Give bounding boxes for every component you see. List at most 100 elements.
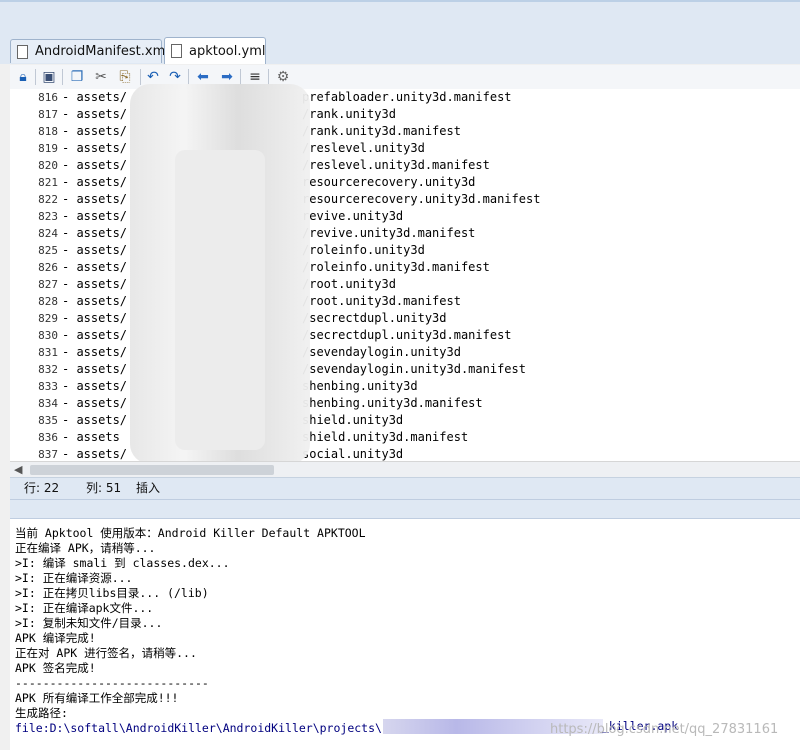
code-line[interactable]: 825 - assets/ /roleinfo.unity3d: [10, 242, 800, 259]
code-text: - assets/: [62, 277, 128, 291]
code-text: resourcerecovery.unity3d: [302, 175, 476, 189]
tab-android-manifest[interactable]: AndroidManifest.xml: [10, 39, 169, 63]
code-text: /revive.unity3d.manifest: [302, 226, 476, 240]
code-line[interactable]: 819 - assets/ /reslevel.unity3d: [10, 140, 800, 157]
code-line[interactable]: 833 - assets/shenbing.unity3d: [10, 378, 800, 395]
code-text: - assets/: [62, 158, 128, 172]
code-line[interactable]: 824 - assets/ /revive.unity3d.manifest: [10, 225, 800, 242]
tab-label: AndroidManifest.xml: [35, 44, 169, 59]
code-text: - assets/: [62, 90, 128, 104]
code-line[interactable]: 836 - assets shield.unity3d.manifest: [10, 429, 800, 446]
code-line[interactable]: 817 - assets/ /rank.unity3d: [10, 106, 800, 123]
horizontal-scrollbar[interactable]: ◀: [10, 461, 800, 478]
scroll-left-icon[interactable]: ◀: [14, 462, 22, 478]
code-text: - assets/: [62, 447, 128, 461]
code-text: prefabloader.unity3d.manifest: [302, 90, 512, 104]
code-text: - assets/: [62, 328, 128, 342]
code-line[interactable]: 823 - assets/revive.unity3d: [10, 208, 800, 225]
console-line: >I: 正在编译资源...: [15, 571, 133, 585]
code-text: /rank.unity3d.manifest: [302, 124, 461, 138]
code-text: - assets/: [62, 379, 128, 393]
code-text: - assets/: [62, 396, 128, 410]
code-line[interactable]: 829 - assets/ /secrectdupl.unity3d: [10, 310, 800, 327]
code-text: /sevendaylogin.unity3d.manifest: [302, 362, 526, 376]
code-line[interactable]: 827 - assets/ /root.unity3d: [10, 276, 800, 293]
output-console: 当前 Apktool 使用版本：Android Killer Default A…: [10, 519, 800, 750]
paste-icon[interactable]: ⎘: [116, 68, 134, 86]
code-line[interactable]: 816 - assets/prefabloader.unity3d.manifes…: [10, 89, 800, 106]
line-number: 826: [38, 261, 58, 274]
line-number: 829: [38, 312, 58, 325]
console-line: >I: 正在编译apk文件...: [15, 601, 154, 615]
code-line[interactable]: 831 - assets/ /sevendaylogin.unity3d: [10, 344, 800, 361]
line-number: 825: [38, 244, 58, 257]
code-text: shenbing.unity3d: [302, 379, 418, 393]
editor-toolbar: 🔒︎ ▣ ❐ ✂ ⎘ ↶ ↷ ⬅ ➡ ≡ ⚙: [10, 65, 800, 90]
code-text: /root.unity3d.manifest: [302, 294, 461, 308]
code-text: - assets/: [62, 362, 128, 376]
insert-mode: 插入: [136, 481, 161, 495]
line-number: 824: [38, 227, 58, 240]
output-path-link[interactable]: file:D:\softall\AndroidKiller\AndroidKil…: [15, 721, 382, 736]
code-text: /secrectdupl.unity3d: [302, 311, 447, 325]
line-number: 818: [38, 125, 58, 138]
console-line: 正在对 APK 进行签名，请稍等...: [15, 646, 197, 660]
code-line[interactable]: 832 - assets/ /sevendaylogin.unity3d.manif…: [10, 361, 800, 378]
code-line[interactable]: 818 - assets/ /rank.unity3d.manifest: [10, 123, 800, 140]
panel-splitter[interactable]: [10, 499, 800, 519]
scrollbar-thumb[interactable]: [30, 465, 274, 475]
cut-icon[interactable]: ✂: [92, 68, 110, 86]
code-line[interactable]: 821 - assets/resourcerecovery.unity3d: [10, 174, 800, 191]
code-line[interactable]: 826 - assets/ /roleinfo.unity3d.manifest: [10, 259, 800, 276]
tab-label: apktool.yml: [189, 44, 266, 59]
line-number: 817: [38, 108, 58, 121]
code-text: - assets/: [62, 243, 128, 257]
code-text: /roleinfo.unity3d.manifest: [302, 260, 490, 274]
line-number: 832: [38, 363, 58, 376]
line-number: 827: [38, 278, 58, 291]
code-line[interactable]: 837 - assets/social.unity3d: [10, 446, 800, 461]
code-text: - assets/: [62, 175, 128, 189]
code-line[interactable]: 830 - assets/ /secrectdupl.unity3d.manifes…: [10, 327, 800, 344]
code-text: - assets/: [62, 209, 128, 223]
line-number: 822: [38, 193, 58, 206]
file-icon: [17, 45, 28, 59]
code-text: - assets/: [62, 311, 128, 325]
code-line[interactable]: 835 - assets/shield.unity3d: [10, 412, 800, 429]
code-text: /reslevel.unity3d: [302, 141, 425, 155]
line-number: 820: [38, 159, 58, 172]
code-text: - assets/: [62, 345, 128, 359]
line-number: 834: [38, 397, 58, 410]
code-text: - assets/: [62, 413, 128, 427]
toolbar-separator: [35, 69, 36, 85]
code-line[interactable]: 822 - assets/resourcerecovery.unity3d.man…: [10, 191, 800, 208]
code-line[interactable]: 828 - assets/ /root.unity3d.manifest: [10, 293, 800, 310]
code-text: shenbing.unity3d.manifest: [302, 396, 483, 410]
tab-bar: AndroidManifest.xml apktool.yml: [0, 36, 800, 64]
code-text: revive.unity3d: [302, 209, 404, 223]
lock-icon[interactable]: 🔒︎: [14, 68, 32, 86]
toolbar-separator: [62, 69, 63, 85]
save-icon[interactable]: ▣: [40, 68, 58, 86]
code-text: - assets/: [62, 192, 128, 206]
code-editor[interactable]: 816 - assets/prefabloader.unity3d.manifes…: [10, 89, 800, 461]
cursor-column: 列: 51: [86, 481, 122, 495]
toolbar-separator: [240, 69, 241, 85]
line-number: 833: [38, 380, 58, 393]
code-text: /root.unity3d: [302, 277, 396, 291]
code-text: social.unity3d: [302, 447, 404, 461]
console-line: 正在编译 APK，请稍等...: [15, 541, 156, 555]
code-line[interactable]: 820 - assets/ /reslevel.unity3d.manifest: [10, 157, 800, 174]
code-text: /sevendaylogin.unity3d: [302, 345, 461, 359]
code-line[interactable]: 834 - assets/shenbing.unity3d.manifest: [10, 395, 800, 412]
line-number: 828: [38, 295, 58, 308]
tab-apktool-yml[interactable]: apktool.yml: [164, 37, 266, 64]
line-number: 836: [38, 431, 58, 444]
code-text: - assets/: [62, 141, 128, 155]
code-text: /secrectdupl.unity3d.manifest: [302, 328, 512, 342]
code-text: - assets/: [62, 107, 128, 121]
copy-icon[interactable]: ❐: [68, 68, 86, 86]
line-number: 823: [38, 210, 58, 223]
console-line: >I: 正在拷贝libs目录... (/lib): [15, 586, 209, 600]
console-line: 生成路径:: [15, 706, 68, 720]
